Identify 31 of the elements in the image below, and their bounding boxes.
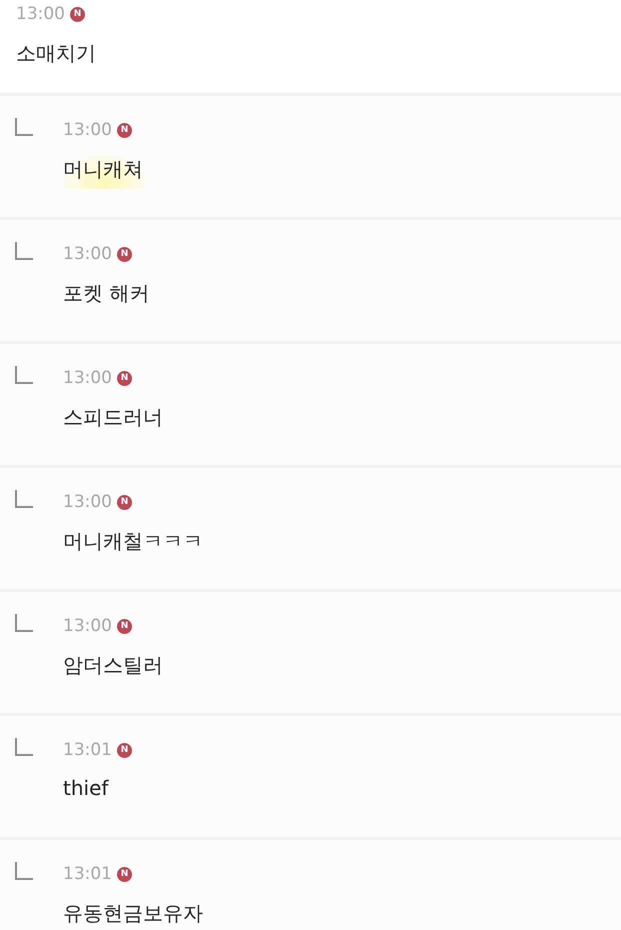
- comment-time: 13:01: [63, 740, 112, 760]
- new-badge: N: [117, 866, 132, 882]
- reply-text: 유동현금보유자: [63, 900, 204, 927]
- comment-text: 소매치기: [16, 40, 97, 67]
- reply-arrow-icon: [15, 242, 33, 260]
- reply-text: 머니캐철ㅋㅋㅋ: [63, 528, 204, 555]
- reply-text: thief: [63, 775, 110, 802]
- reply-text: 머니캐쳐: [63, 154, 147, 189]
- comment-time: 13:00: [63, 244, 112, 264]
- comment-time: 13:00: [63, 492, 112, 512]
- new-badge: N: [117, 618, 132, 634]
- new-badge: N: [117, 122, 132, 138]
- reply-arrow-icon: [15, 490, 33, 508]
- comment-time: 13:00: [63, 368, 112, 388]
- reply-arrow-icon: [15, 738, 33, 756]
- comment-time: 13:00: [16, 4, 65, 24]
- reply-text: 스피드러너: [63, 404, 164, 431]
- comment-time: 13:00: [63, 120, 112, 140]
- comment-time: 13:01: [63, 864, 112, 884]
- reply-text: 포켓 해커: [63, 280, 150, 307]
- reply-arrow-icon: [15, 366, 33, 384]
- new-badge: N: [117, 742, 132, 758]
- new-badge: N: [117, 494, 132, 510]
- reply-arrow-icon: [15, 118, 33, 136]
- reply-text: 암더스틸러: [63, 652, 164, 679]
- reply-arrow-icon: [15, 862, 33, 880]
- comment-time: 13:00: [63, 616, 112, 636]
- reply-arrow-icon: [15, 614, 33, 632]
- new-badge: N: [117, 246, 132, 262]
- new-badge: N: [117, 370, 132, 386]
- new-badge: N: [70, 6, 85, 22]
